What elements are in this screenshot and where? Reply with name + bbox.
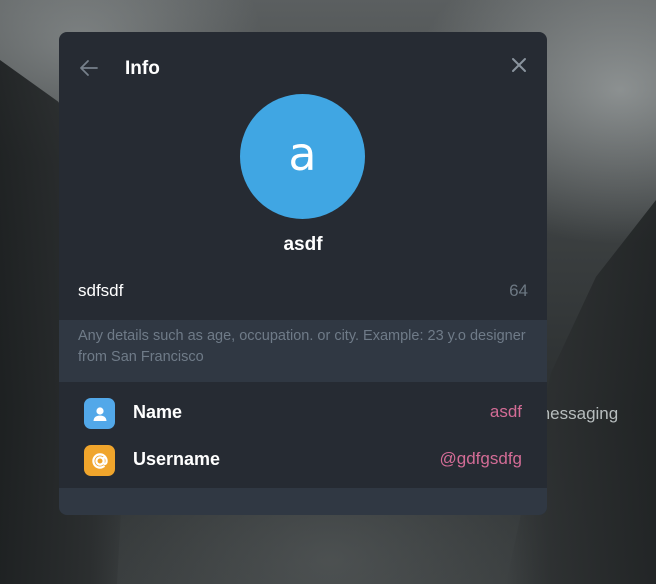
username-row[interactable]: Username @gdfgsdfg xyxy=(59,437,547,483)
back-button[interactable] xyxy=(77,56,101,80)
bio-char-counter: 64 xyxy=(509,281,528,300)
bio-hint-text: Any details such as age, occupation. or … xyxy=(59,320,547,382)
background-text: messaging xyxy=(536,404,619,423)
close-icon xyxy=(512,58,526,72)
info-dialog: Info a asdf sdfsdf 64 Any details such a… xyxy=(59,32,547,515)
profile-avatar[interactable]: a xyxy=(240,94,365,219)
avatar-letter: a xyxy=(288,126,317,181)
dialog-title: Info xyxy=(125,58,160,79)
username-label: Username xyxy=(133,449,221,469)
profile-fields: Name asdf Username @gdfgsdfg xyxy=(59,382,547,488)
name-value: asdf xyxy=(489,402,522,421)
dialog-footer-divider xyxy=(59,488,547,515)
person-icon xyxy=(84,398,115,429)
name-row[interactable]: Name asdf xyxy=(59,390,547,436)
bio-value: sdfsdf xyxy=(78,281,124,300)
close-button[interactable] xyxy=(508,54,530,76)
at-sign-icon xyxy=(84,445,115,476)
arrow-left-icon xyxy=(80,60,98,76)
name-label: Name xyxy=(133,402,183,422)
profile-display-name: asdf xyxy=(283,234,323,255)
username-value: @gdfgsdfg xyxy=(439,449,522,468)
bio-input[interactable]: sdfsdf 64 xyxy=(59,272,547,320)
